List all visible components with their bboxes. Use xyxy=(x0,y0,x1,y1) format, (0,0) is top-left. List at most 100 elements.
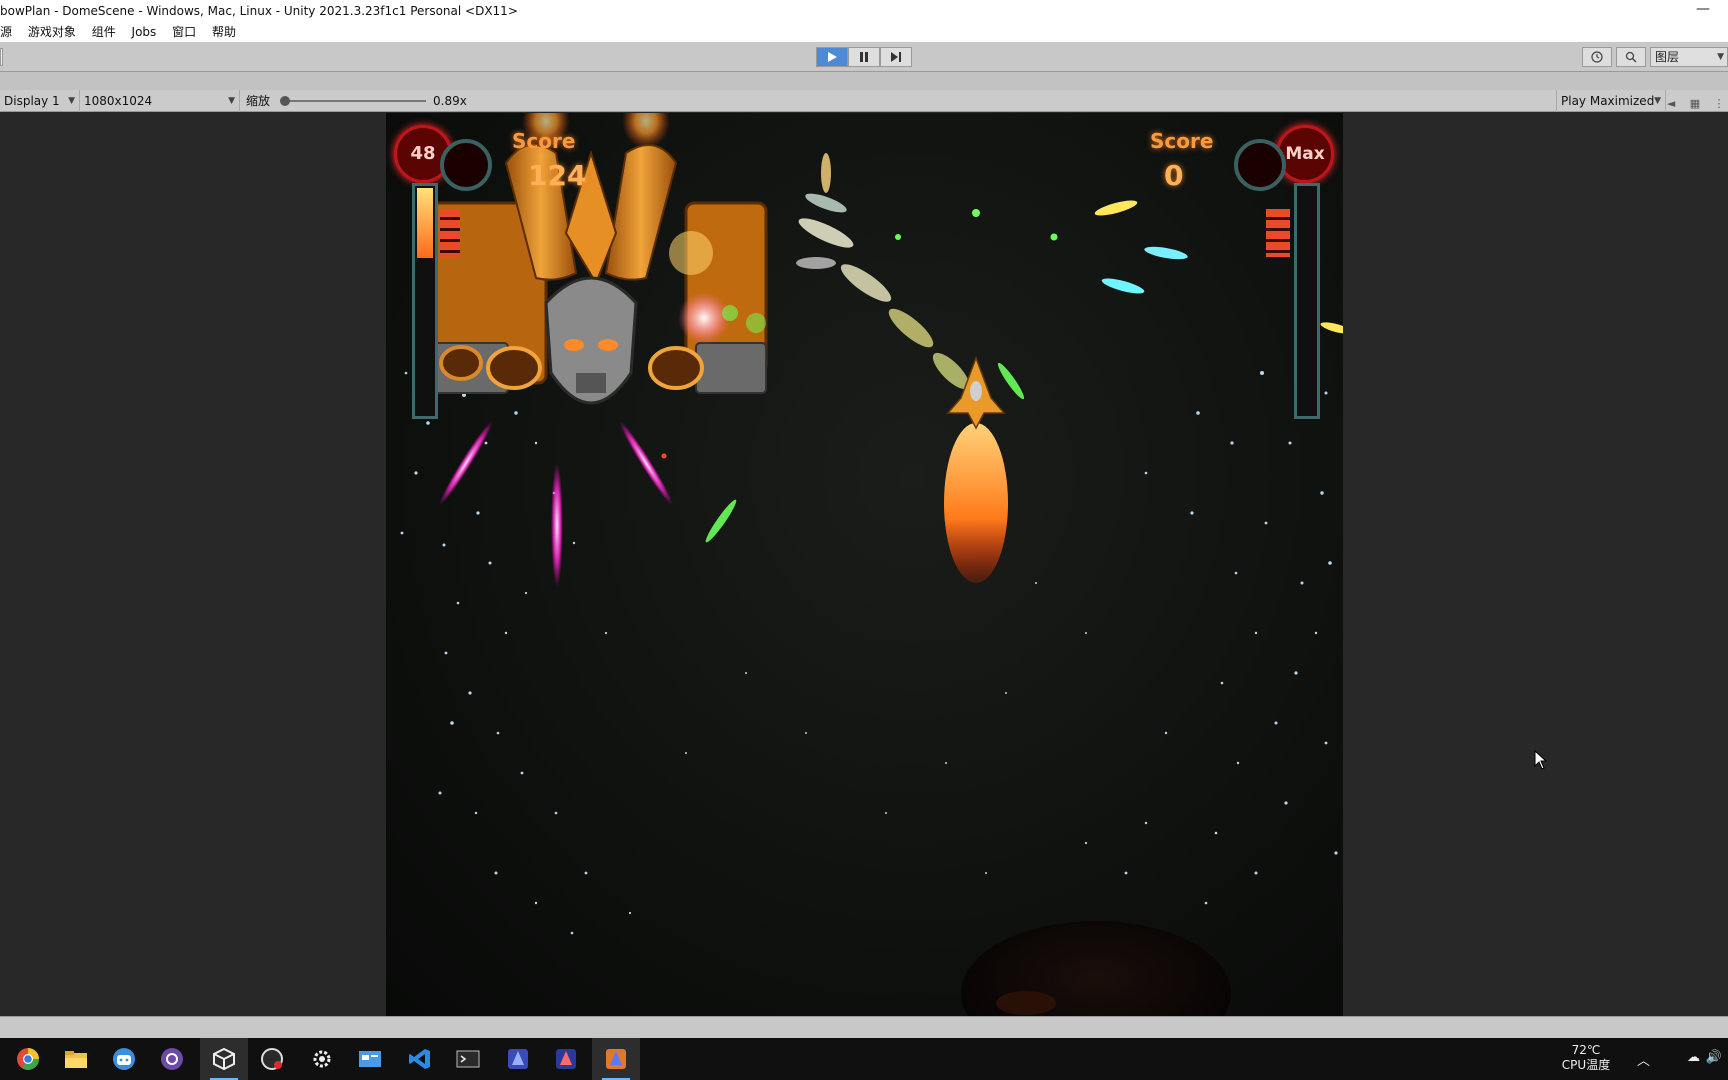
engine-flame xyxy=(944,423,1008,583)
gizmos-icon[interactable]: ⋮ xyxy=(1710,93,1728,110)
chevron-down-icon: ▼ xyxy=(1654,96,1661,106)
left-power-bar-fill xyxy=(417,188,433,258)
cpu-temp-widget[interactable]: 72℃ CPU温度 xyxy=(1556,1043,1616,1073)
taskbar-github[interactable] xyxy=(148,1038,196,1080)
scale-label: 缩放 xyxy=(246,94,271,108)
starfield xyxy=(400,371,1338,935)
search-icon xyxy=(1625,51,1637,63)
left-score-value: 124 xyxy=(528,159,587,192)
game-app-1-icon xyxy=(508,1049,528,1069)
stats-icon[interactable]: ▦ xyxy=(1686,93,1704,110)
search-button[interactable] xyxy=(1616,47,1646,67)
left-ammo-indicator xyxy=(440,209,460,257)
step-icon xyxy=(891,52,901,62)
taskbar-app-window[interactable] xyxy=(346,1038,394,1080)
mute-audio-icon[interactable]: ◄ xyxy=(1662,93,1680,110)
play-button[interactable] xyxy=(816,47,848,67)
taskbar-terminal[interactable] xyxy=(444,1038,492,1080)
scale-slider[interactable] xyxy=(280,96,426,106)
right-gauge-ring xyxy=(1234,139,1286,191)
chevron-down-icon: ▼ xyxy=(1717,52,1724,62)
layers-label: 图层 xyxy=(1655,50,1680,64)
left-power-bar xyxy=(412,183,438,419)
menu-item-assets[interactable]: 源 xyxy=(0,22,12,42)
taskbar-vscode[interactable] xyxy=(396,1038,444,1080)
vscode-icon xyxy=(409,1049,430,1069)
game-view-icons: ◄ ▦ ⋮ xyxy=(1662,93,1728,110)
display-dropdown[interactable]: Display 1 ▼ xyxy=(0,90,80,112)
cpu-temp-label: CPU温度 xyxy=(1561,1058,1611,1072)
chevron-up-icon[interactable]: ︿ xyxy=(1637,1050,1650,1069)
right-score-label: Score xyxy=(1150,129,1214,153)
game-viewport[interactable]: 48 Score 124 Max Score 0 xyxy=(386,113,1343,1016)
history-icon xyxy=(1591,51,1603,63)
right-power-bar xyxy=(1294,183,1320,419)
taskbar-unity[interactable] xyxy=(200,1038,248,1080)
taskbar-obs[interactable] xyxy=(248,1038,296,1080)
top-glow xyxy=(622,113,670,149)
play-icon xyxy=(828,52,837,62)
taskbar: 72℃ CPU温度 ︿ ☁ 🔊 xyxy=(0,1038,1728,1080)
game-app-3-icon xyxy=(606,1049,626,1069)
unity-icon xyxy=(213,1048,235,1070)
enemy-lasers xyxy=(439,420,673,587)
left-score-label: Score xyxy=(512,129,576,153)
chrome-icon xyxy=(17,1048,39,1070)
right-score-value: 0 xyxy=(1164,159,1184,192)
taskbar-game-app-2[interactable] xyxy=(542,1038,590,1080)
right-ammo-indicator xyxy=(1266,209,1290,257)
taskbar-file-explorer[interactable] xyxy=(52,1038,100,1080)
taskbar-game-app-1[interactable] xyxy=(494,1038,542,1080)
taskbar-settings[interactable] xyxy=(298,1038,346,1080)
file-explorer-icon xyxy=(65,1051,87,1068)
taskbar-bilibili[interactable] xyxy=(100,1038,148,1080)
menu-item-component[interactable]: 组件 xyxy=(92,22,116,42)
right-level-value: Max xyxy=(1285,144,1325,164)
right-level-badge: Max xyxy=(1276,125,1334,183)
menu-item-window[interactable]: 窗口 xyxy=(172,22,196,42)
chevron-down-icon: ▼ xyxy=(68,96,75,106)
obs-icon xyxy=(261,1048,283,1070)
pause-icon xyxy=(860,52,868,62)
game-app-2-icon xyxy=(556,1049,576,1069)
play-mode-dropdown[interactable]: Play Maximized ▼ xyxy=(1556,90,1666,112)
scale-value: 0.89x xyxy=(433,94,467,108)
cloud-icon[interactable]: ☁ xyxy=(1687,1050,1700,1065)
chevron-down-icon: ▼ xyxy=(228,96,235,106)
app-window-icon xyxy=(359,1051,381,1067)
terminal-icon xyxy=(456,1050,480,1068)
resolution-label: 1080x1024 xyxy=(84,94,153,108)
player-ship xyxy=(944,355,1008,583)
layers-dropdown[interactable]: 图层 ▼ xyxy=(1650,47,1728,67)
minimize-button[interactable]: — xyxy=(1696,0,1710,18)
cpu-temp-value: 72℃ xyxy=(1571,1043,1601,1057)
settings-icon xyxy=(313,1050,331,1068)
mouse-cursor-icon xyxy=(1534,750,1548,770)
status-bar xyxy=(0,1016,1728,1038)
toolbar-right-group: 图层 ▼ xyxy=(1582,47,1728,67)
step-button[interactable] xyxy=(880,47,912,67)
menu-item-help[interactable]: 帮助 xyxy=(212,22,236,42)
scale-slider-handle[interactable] xyxy=(280,96,290,106)
bilibili-icon xyxy=(113,1048,135,1070)
history-button[interactable] xyxy=(1582,47,1612,67)
hit-flash xyxy=(678,292,730,344)
menu-bar: 源 游戏对象 组件 Jobs 窗口 帮助 xyxy=(0,22,1728,42)
game-scene xyxy=(400,113,1343,1016)
planet-glow xyxy=(996,991,1056,1015)
resolution-dropdown[interactable]: 1080x1024 ▼ xyxy=(80,90,240,112)
taskbar-game-app-3[interactable] xyxy=(592,1038,640,1080)
play-controls xyxy=(816,47,912,67)
volume-icon[interactable]: 🔊 xyxy=(1706,1050,1722,1065)
menu-item-jobs[interactable]: Jobs xyxy=(132,22,157,42)
menu-item-gameobject[interactable]: 游戏对象 xyxy=(28,22,76,42)
taskbar-chrome[interactable] xyxy=(4,1038,52,1080)
pause-button[interactable] xyxy=(848,47,880,67)
left-gauge-ring xyxy=(440,139,492,191)
window-title-bar: bowPlan - DomeScene - Windows, Mac, Linu… xyxy=(0,0,1728,22)
toolbar-left-edge xyxy=(0,48,3,66)
toolbar-gap xyxy=(0,72,1728,90)
window-title: bowPlan - DomeScene - Windows, Mac, Linu… xyxy=(0,4,518,18)
github-icon xyxy=(161,1048,183,1070)
display-label: Display 1 xyxy=(4,94,60,108)
